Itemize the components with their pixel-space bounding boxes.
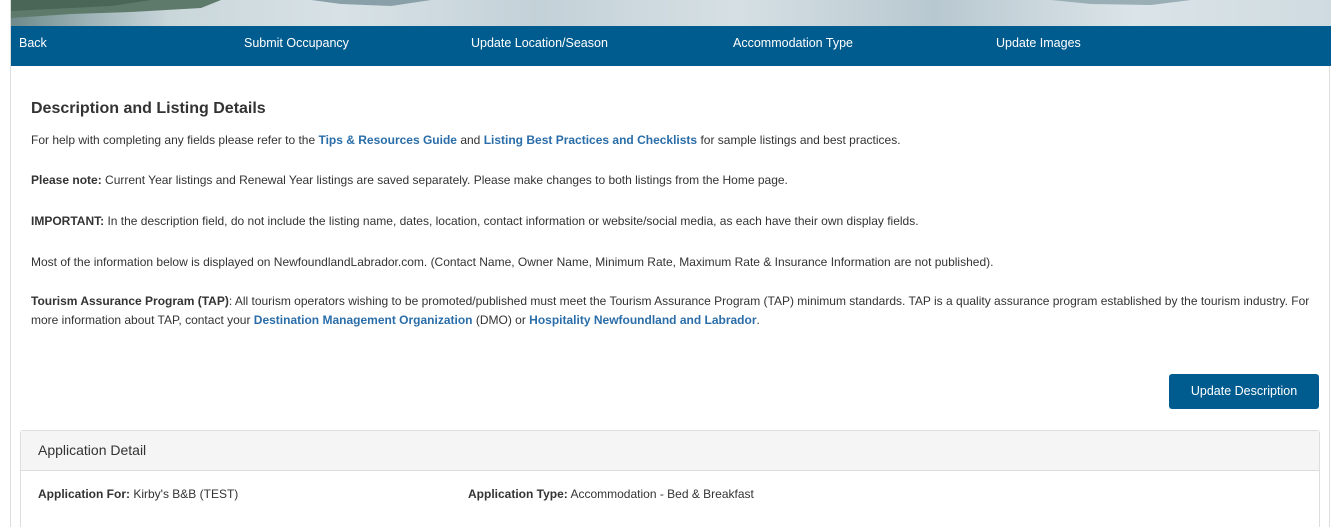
important-text: IMPORTANT: In the description field, do … xyxy=(31,212,1321,231)
header-banner-image xyxy=(11,0,1331,26)
info-text: Most of the information below is display… xyxy=(31,255,994,269)
application-type-field: Application Type: Accommodation - Bed & … xyxy=(468,487,754,501)
tap-body-end: . xyxy=(756,313,760,327)
application-for-field: Application For: Kirby's B&B (TEST) xyxy=(38,487,238,501)
application-type-label: Application Type: xyxy=(468,487,568,501)
nav-back-link[interactable]: Back xyxy=(19,26,47,66)
nav-accommodation-type-link[interactable]: Accommodation Type xyxy=(733,26,853,66)
listing-best-practices-link[interactable]: Listing Best Practices and Checklists xyxy=(484,133,697,147)
page-container: Back Submit Occupancy Update Location/Se… xyxy=(10,0,1331,527)
help-text-end: for sample listings and best practices. xyxy=(697,133,901,147)
submit-occupancy-highlight-box xyxy=(232,22,382,72)
top-nav-bar: Back Submit Occupancy Update Location/Se… xyxy=(11,26,1331,66)
update-description-button[interactable]: Update Description xyxy=(1169,374,1319,409)
important-body: In the description field, do not include… xyxy=(104,214,919,228)
help-text-intro: For help with completing any fields plea… xyxy=(31,133,319,147)
destination-management-organization-link[interactable]: Destination Management Organization xyxy=(254,313,473,327)
nav-update-images-link[interactable]: Update Images xyxy=(996,26,1081,66)
please-note-text: Please note: Current Year listings and R… xyxy=(31,171,1321,190)
page-title: Description and Listing Details xyxy=(31,100,266,117)
application-for-value: Kirby's B&B (TEST) xyxy=(130,487,239,501)
application-for-label: Application For: xyxy=(38,487,130,501)
tap-text: Tourism Assurance Program (TAP): All tou… xyxy=(31,292,1321,330)
important-label: IMPORTANT: xyxy=(31,214,105,228)
help-text: For help with completing any fields plea… xyxy=(31,131,1321,150)
application-detail-heading: Application Detail xyxy=(21,431,1319,471)
coastline-image xyxy=(11,0,1191,18)
tips-resources-guide-link[interactable]: Tips & Resources Guide xyxy=(318,133,457,147)
please-note-body: Current Year listings and Renewal Year l… xyxy=(101,173,788,187)
please-note-label: Please note: xyxy=(31,173,102,187)
application-type-value: Accommodation - Bed & Breakfast xyxy=(567,487,754,501)
nav-update-location-season-link[interactable]: Update Location/Season xyxy=(471,26,608,66)
help-text-and: and xyxy=(456,133,484,147)
hospitality-nl-link[interactable]: Hospitality Newfoundland and Labrador xyxy=(529,313,756,327)
tap-body-dmo: (DMO) or xyxy=(472,313,530,327)
application-detail-panel: Application Detail Application For: Kirb… xyxy=(20,430,1320,527)
tap-label: Tourism Assurance Program (TAP) xyxy=(31,294,229,308)
